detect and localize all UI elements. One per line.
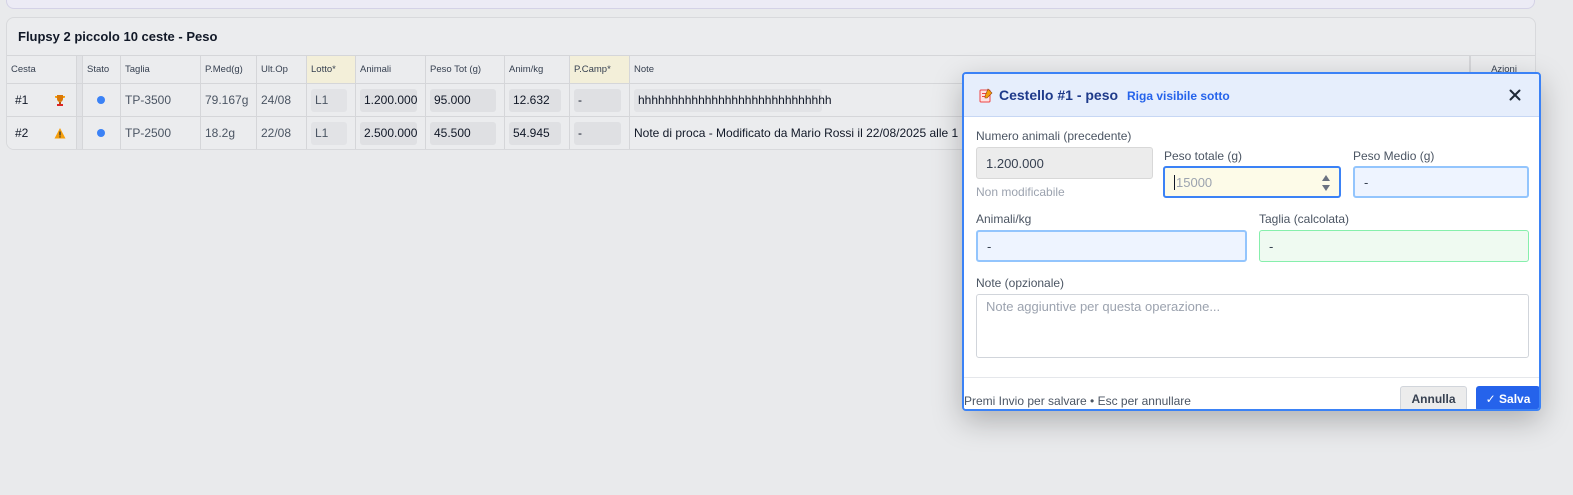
prev-animals-hint: Non modificabile [976, 185, 1065, 199]
notepad-icon [979, 88, 993, 103]
pcamp-input[interactable]: - [574, 121, 621, 145]
cell-lotto[interactable]: L1 [307, 84, 356, 116]
cell-stato [83, 84, 121, 116]
cell-peso[interactable]: 95.000 [426, 84, 505, 116]
header-pmed: P.Med(g) [201, 56, 257, 83]
trophy-icon [55, 95, 65, 106]
header-pcamp: P.Camp* [570, 56, 630, 83]
cell-cesta: #2 [7, 117, 77, 149]
animali-input[interactable]: 1.200.000 [360, 88, 417, 112]
cell-cesta: #1 [7, 84, 77, 116]
cell-peso[interactable]: 45.500 [426, 117, 505, 149]
header-taglia: Taglia [121, 56, 201, 83]
cell-animali[interactable]: 2.500.000 [356, 117, 426, 149]
edit-weight-dialog: Cestello #1 - peso Riga visibile sotto N… [962, 72, 1541, 411]
status-dot [97, 129, 105, 137]
peso-totale-input[interactable]: 15000 [1163, 166, 1341, 198]
animali-kg-field[interactable]: - [976, 230, 1247, 262]
taglia-label: Taglia (calcolata) [1259, 212, 1350, 226]
cell-taglia: TP-3500 [121, 84, 201, 116]
save-button[interactable]: ✓ Salva [1476, 386, 1539, 409]
peso-input[interactable]: 45.500 [430, 121, 496, 145]
text-caret [1174, 174, 1175, 190]
note-text[interactable]: Note di proca - Modificato da Mario Ross… [634, 126, 958, 140]
cell-stato [83, 117, 121, 149]
close-icon[interactable] [1507, 87, 1523, 103]
dialog-title: Cestello #1 - peso [999, 87, 1119, 103]
cell-ultop: 24/08 [257, 84, 307, 116]
note-textarea[interactable]: Note aggiuntive per questa operazione... [976, 294, 1529, 358]
peso-totale-placeholder: 15000 [1176, 174, 1213, 190]
peso-totale-label: Peso totale (g) [1164, 149, 1243, 163]
cell-pcamp[interactable]: - [570, 84, 630, 116]
prev-animals-label: Numero animali (precedente) [976, 129, 1132, 143]
header-animkg: Anim/kg [505, 56, 570, 83]
lotto-value[interactable]: L1 [311, 121, 347, 145]
header-stato: Stato [83, 56, 121, 83]
keyboard-hint: Premi Invio per salvare • Esc per annull… [964, 394, 1191, 408]
animali-kg-label: Animali/kg [976, 212, 1032, 226]
cell-pmed: 79.167g [201, 84, 257, 116]
note-input[interactable]: hhhhhhhhhhhhhhhhhhhhhhhhhhhhh [634, 88, 832, 112]
cell-pcamp[interactable]: - [570, 117, 630, 149]
animkg-input[interactable]: 54.945 [509, 121, 561, 145]
basket-number: #1 [15, 93, 29, 107]
cancel-button[interactable]: Annulla [1400, 386, 1467, 409]
header-cesta: Cesta [7, 56, 77, 83]
dialog-subtitle: Riga visibile sotto [1127, 89, 1230, 103]
header-ultop: Ult.Op [257, 56, 307, 83]
cell-animkg[interactable]: 12.632 [505, 84, 570, 116]
cell-pmed: 18.2g [201, 117, 257, 149]
number-stepper-icon[interactable] [1321, 174, 1331, 192]
dialog-footer: Premi Invio per salvare • Esc per annull… [964, 377, 1539, 409]
animkg-input[interactable]: 12.632 [509, 88, 561, 112]
cell-animkg[interactable]: 54.945 [505, 117, 570, 149]
header-animali: Animali [356, 56, 426, 83]
basket-number: #2 [15, 126, 29, 140]
cell-ultop: 22/08 [257, 117, 307, 149]
prev-animals-field: 1.200.000 [976, 147, 1153, 179]
warning-icon [54, 128, 66, 139]
cell-animali[interactable]: 1.200.000 [356, 84, 426, 116]
cell-lotto[interactable]: L1 [307, 117, 356, 149]
header-lotto: Lotto* [307, 56, 356, 83]
top-panel-edge [6, 0, 1535, 9]
status-dot [97, 96, 105, 104]
peso-input[interactable]: 95.000 [430, 88, 496, 112]
card-title: Flupsy 2 piccolo 10 ceste - Peso [18, 29, 218, 44]
animali-input[interactable]: 2.500.000 [360, 121, 417, 145]
note-label: Note (opzionale) [976, 276, 1065, 290]
lotto-value[interactable]: L1 [311, 88, 347, 112]
header-peso: Peso Tot (g) [426, 56, 505, 83]
taglia-field: - [1259, 230, 1529, 262]
dialog-header: Cestello #1 - peso Riga visibile sotto [964, 74, 1539, 117]
pcamp-input[interactable]: - [574, 88, 621, 112]
peso-medio-label: Peso Medio (g) [1353, 149, 1435, 163]
cell-taglia: TP-2500 [121, 117, 201, 149]
peso-medio-field[interactable]: - [1353, 166, 1529, 198]
